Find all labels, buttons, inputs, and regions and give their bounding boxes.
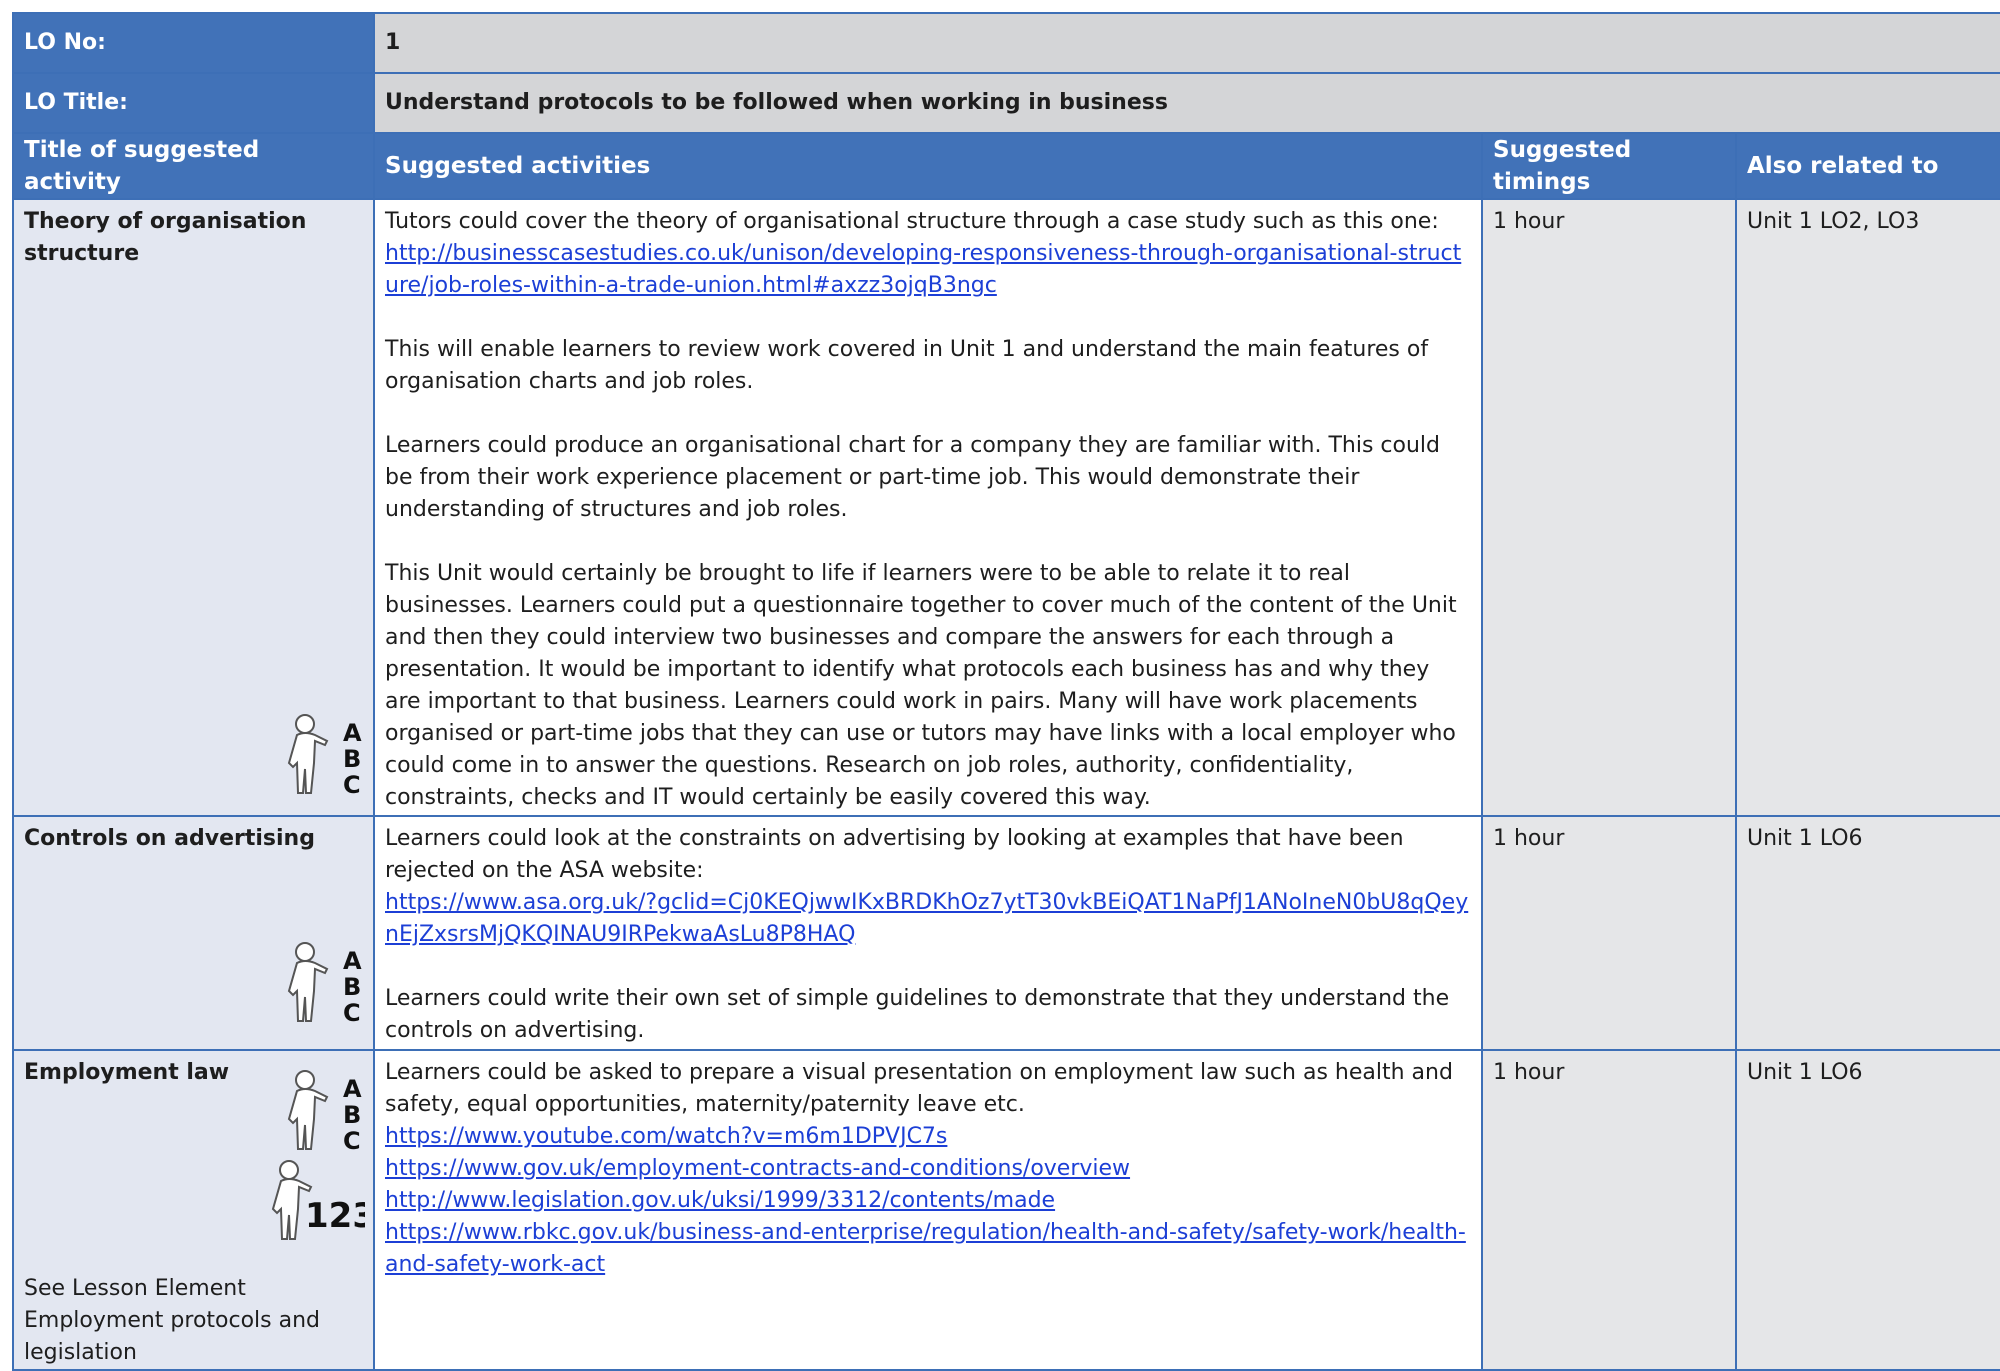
table-row: Employment law A B C 123 See Lesson Elem… [12,1049,2000,1371]
activity-paragraph: Learners could look at the constraints o… [385,826,1404,883]
lo-title-value: Understand protocols to be followed when… [373,72,2000,134]
col-activities-header: Suggested activities [373,132,1483,200]
activity-paragraph: Tutors could cover the theory of organis… [385,209,1439,234]
timing-cell: 1 hour [1481,198,1737,817]
svg-text:B: B [343,745,361,773]
svg-text:A: A [343,947,362,975]
related-cell: Unit 1 LO6 [1735,815,2000,1051]
gov-uk-link[interactable]: https://www.gov.uk/employment-contracts-… [385,1153,1471,1185]
col-timings-header: Suggested timings [1481,132,1737,200]
timing-cell: 1 hour [1481,1049,1737,1371]
activity-title-cell: Controls on advertising A B C [12,815,375,1051]
activity-paragraph: Learners could produce an organisational… [385,433,1441,522]
lo-title-label: LO Title: [12,72,375,134]
rbkc-link[interactable]: https://www.rbkc.gov.uk/business-and-ent… [385,1217,1471,1281]
svg-text:A: A [343,719,362,747]
svg-text:123: 123 [305,1196,365,1236]
lo-title-row: LO Title: Understand protocols to be fol… [12,72,2000,134]
lo-number-value: 1 [373,12,2000,74]
activity-title-cell: Employment law A B C 123 See Lesson Elem… [12,1049,376,1371]
suggested-activities-cell: Tutors could cover the theory of organis… [373,198,1483,817]
col-related-header: Also related to [1735,132,2000,200]
lo-number-label: LO No: [12,12,375,74]
related-cell: Unit 1 LO2, LO3 [1735,198,2000,817]
lo-table: LO No: 1 LO Title: Understand protocols … [12,12,2000,1371]
svg-text:A: A [343,1075,362,1103]
activity-title: Controls on advertising [24,826,315,851]
svg-text:C: C [343,999,361,1025]
numeracy-123-icon: 123 [267,1157,376,1253]
related-cell: Unit 1 LO6 [1735,1049,2000,1371]
activity-paragraph: Learners could be asked to prepare a vis… [385,1060,1453,1117]
activity-paragraph: Learners could write their own set of si… [385,986,1450,1043]
lesson-element-note: See Lesson Element Employment protocols … [24,1276,321,1365]
activity-paragraph: This will enable learners to review work… [385,337,1429,394]
col-title-header: Title of suggested activity [12,132,375,200]
literacy-abc-icon: A B C [283,1067,365,1163]
suggested-activities-cell: Learners could look at the constraints o… [373,815,1483,1051]
column-header-row: Title of suggested activity Suggested ac… [12,132,2000,200]
suggested-activities-cell: Learners could be asked to prepare a vis… [373,1049,1483,1371]
case-study-link[interactable]: http://businesscasestudies.co.uk/unison/… [385,238,1471,302]
table-row: Theory of organisation structure A B C T… [12,198,2000,817]
lo-number-row: LO No: 1 [12,12,2000,74]
asa-website-link[interactable]: https://www.asa.org.uk/?gclid=Cj0KEQjwwI… [385,887,1471,951]
svg-text:C: C [343,1127,361,1153]
literacy-abc-icon: A B C [283,939,365,1035]
svg-text:C: C [343,771,361,797]
youtube-link[interactable]: https://www.youtube.com/watch?v=m6m1DPVJ… [385,1121,1471,1153]
activity-title: Theory of organisation structure [24,209,307,266]
svg-text:B: B [343,1101,361,1129]
svg-text:B: B [343,973,361,1001]
table-row: Controls on advertising A B C Learners c… [12,815,2000,1051]
legislation-link[interactable]: http://www.legislation.gov.uk/uksi/1999/… [385,1185,1471,1217]
literacy-abc-icon: A B C [283,711,365,807]
activity-paragraph: This Unit would certainly be brought to … [385,561,1457,810]
timing-cell: 1 hour [1481,815,1737,1051]
activity-title-cell: Theory of organisation structure A B C [12,198,375,817]
